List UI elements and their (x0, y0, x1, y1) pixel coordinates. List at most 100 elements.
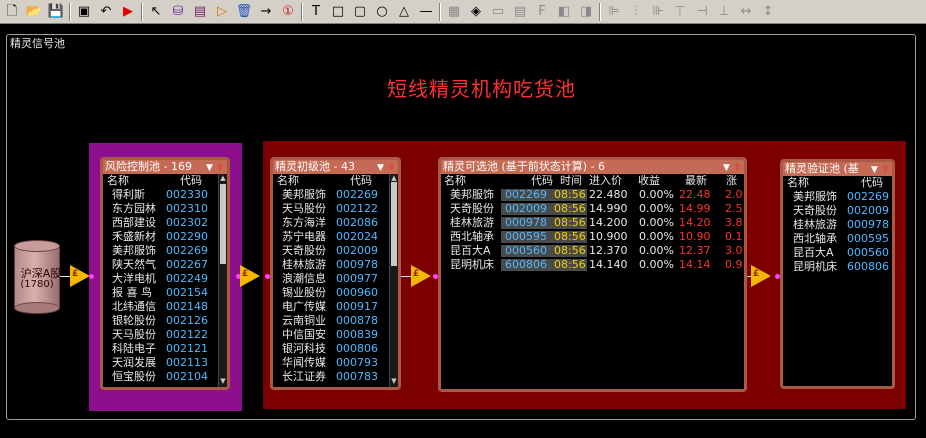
send-back-icon[interactable]: ◨ (575, 1, 597, 23)
scroll-up-arrow-icon[interactable]: ▲ (219, 174, 227, 182)
table-row[interactable]: 东方海洋 002086 (273, 216, 389, 230)
undo-icon[interactable]: ↶ (95, 1, 117, 23)
column-header-code[interactable]: 代码 (861, 176, 883, 190)
column-header-code[interactable]: 代码 (180, 174, 202, 188)
scroll-thumb[interactable] (391, 182, 397, 266)
triangle-tool-icon[interactable]: △ (393, 1, 415, 23)
table-row[interactable]: 昆百大A 000560 (783, 246, 892, 260)
column-header-name[interactable]: 名称 (444, 174, 466, 188)
table-row[interactable]: 桂林旅游 000978 (783, 218, 892, 232)
line-tool-icon[interactable]: — (415, 1, 437, 23)
ellipse-tool-icon[interactable]: ○ (371, 1, 393, 23)
elf-initial-pool-panel[interactable]: 精灵初级池 - 43 ▼ ⇧ 名称 代码 美邦服饰 002269 天马股份 002122 东方海洋… (270, 157, 401, 390)
collapse-up-icon[interactable]: ⇧ (732, 161, 743, 174)
table-row[interactable]: 中信国安 000839 (273, 328, 389, 342)
table-row[interactable]: 天润发展 002113 (103, 356, 218, 370)
column-header-code[interactable]: 代码 (350, 174, 372, 188)
dropdown-icon[interactable]: ▼ (869, 163, 880, 176)
dropdown-icon[interactable]: ▼ (721, 161, 732, 174)
source-database[interactable]: 沪深A股 (1780) (14, 240, 61, 314)
table-row[interactable]: 苏宁电器 002024 (273, 230, 389, 244)
table-row[interactable]: 天马股份 002122 (103, 328, 218, 342)
table-row[interactable]: 禾盛新材 002290 (103, 230, 218, 244)
risk-control-pool-panel[interactable]: 风险控制池 - 169 ▼ ⇧ 名称 代码 得利斯 002330 东方园林 002310 西部建设… (100, 157, 230, 390)
table-row[interactable]: 恒宝股份 002104 (103, 370, 218, 384)
fill-color-icon[interactable]: ◈ (465, 1, 487, 23)
save-icon[interactable]: 💾 (45, 1, 67, 23)
new-document-icon[interactable]: 🗋 (1, 1, 23, 23)
column-header-code[interactable]: 代码 (531, 174, 553, 188)
table-row[interactable]: 大洋电机 002249 (103, 272, 218, 286)
scroll-up-arrow-icon[interactable]: ▲ (390, 174, 398, 182)
elf-verify-pool-panel[interactable]: 精灵验证池 (基 ▼ ⇧ 名称 代码 美邦服饰 002269 天奇股份 002009 桂林旅游 00… (780, 159, 895, 389)
run-icon[interactable]: ▶ (117, 1, 139, 23)
collapse-up-icon[interactable]: ⇧ (215, 161, 226, 174)
table-row[interactable]: 昆明机床 600806 (783, 260, 892, 274)
open-folder-icon[interactable]: 📂 (23, 1, 45, 23)
table-row[interactable]: 美邦服饰 002269 08:56 22.480 0.00% 22.48 2.0 (441, 188, 744, 202)
table-row[interactable]: 得利斯 002330 (103, 188, 218, 202)
font-tool-icon[interactable]: F (531, 1, 553, 23)
align-top-icon[interactable]: ⊤ (669, 1, 691, 23)
dropdown-icon[interactable]: ▼ (375, 161, 386, 174)
column-header-gain[interactable]: 收益 (638, 174, 660, 188)
table-row[interactable]: 报 喜 鸟 002154 (103, 286, 218, 300)
collapse-up-icon[interactable]: ⇧ (880, 163, 891, 176)
rectangle-tool-icon[interactable]: □ (327, 1, 349, 23)
column-header-name[interactable]: 名称 (787, 176, 809, 190)
table-row[interactable]: 天马股份 002122 (273, 202, 389, 216)
border-tool-icon[interactable]: ▭ (487, 1, 509, 23)
table-row[interactable]: 桂林旅游 000978 (273, 258, 389, 272)
table-row[interactable]: 银轮股份 002126 (103, 314, 218, 328)
select-pointer-icon[interactable]: ↖ (145, 1, 167, 23)
scroll-down-arrow-icon[interactable]: ▼ (219, 377, 227, 385)
table-row[interactable]: 陕天然气 002267 (103, 258, 218, 272)
bring-front-icon[interactable]: ◧ (553, 1, 575, 23)
number-sequence-icon[interactable]: ① (277, 1, 299, 23)
table-row[interactable]: 科陆电子 002121 (103, 342, 218, 356)
table-row[interactable]: 昆百大A 000560 08:56 12.370 0.00% 12.37 3.0 (441, 244, 744, 258)
vertical-scrollbar[interactable]: ▲ ▼ (389, 174, 398, 387)
database-icon[interactable]: ⛁ (167, 1, 189, 23)
table-row[interactable]: 美邦服饰 002269 (783, 190, 892, 204)
table-row[interactable]: 华闻传媒 000793 (273, 356, 389, 370)
signal-filter-node-3[interactable]: £ (411, 265, 433, 287)
table-row[interactable]: 桂林旅游 000978 08:56 14.200 0.00% 14.20 3.8 (441, 216, 744, 230)
table-row[interactable]: 美邦服饰 002269 (103, 244, 218, 258)
dropdown-icon[interactable]: ▼ (204, 161, 215, 174)
column-header-entry-price[interactable]: 进入价 (589, 174, 622, 188)
text-box-icon[interactable]: ▤ (509, 1, 531, 23)
signal-node-icon[interactable]: ▷ (211, 1, 233, 23)
column-header-name[interactable]: 名称 (107, 174, 129, 188)
table-row[interactable]: 长江证券 000783 (273, 370, 389, 384)
align-left-icon[interactable]: ⊫ (603, 1, 625, 23)
table-row[interactable]: 北纬通信 002148 (103, 300, 218, 314)
list-panel-icon[interactable]: ▤ (189, 1, 211, 23)
image-tool-icon[interactable]: ▦ (443, 1, 465, 23)
table-row[interactable]: 昆明机床 600806 08:56 14.140 0.00% 14.14 0.9 (441, 258, 744, 272)
same-width-icon[interactable]: ↔ (735, 1, 757, 23)
align-center-icon[interactable]: ⫶ (625, 1, 647, 23)
table-row[interactable]: 银河科技 000806 (273, 342, 389, 356)
table-row[interactable]: 西北轴承 000595 08:56 10.900 0.00% 10.90 0.1 (441, 230, 744, 244)
properties-icon[interactable]: ▣ (73, 1, 95, 23)
elf-selectable-pool-panel[interactable]: 精灵可选池 (基于前状态计算) - 6 ▼ ⇧ 名称 代码 时间 进入价 收益 最新 涨美邦服饰 0… (438, 157, 747, 392)
table-row[interactable]: 西北轴承 000595 (783, 232, 892, 246)
scroll-down-arrow-icon[interactable]: ▼ (390, 377, 398, 385)
table-row[interactable]: 西部建设 002302 (103, 216, 218, 230)
table-row[interactable]: 电广传媒 000917 (273, 300, 389, 314)
table-row[interactable]: 浪潮信息 000977 (273, 272, 389, 286)
delete-icon[interactable]: 🗑 (233, 1, 255, 23)
collapse-up-icon[interactable]: ⇧ (386, 161, 397, 174)
table-row[interactable]: 天奇股份 002009 (783, 204, 892, 218)
column-header-name[interactable]: 名称 (277, 174, 299, 188)
column-header-change[interactable]: 涨 (726, 174, 737, 188)
vertical-scrollbar[interactable]: ▲ ▼ (218, 174, 227, 387)
table-row[interactable]: 美邦服饰 002269 (273, 188, 389, 202)
column-header-time[interactable]: 时间 (560, 174, 582, 188)
table-row[interactable]: 锡业股份 000960 (273, 286, 389, 300)
scroll-thumb[interactable] (220, 184, 226, 264)
text-tool-icon[interactable]: T (305, 1, 327, 23)
align-right-icon[interactable]: ⊪ (647, 1, 669, 23)
align-bottom-icon[interactable]: ⊥ (713, 1, 735, 23)
